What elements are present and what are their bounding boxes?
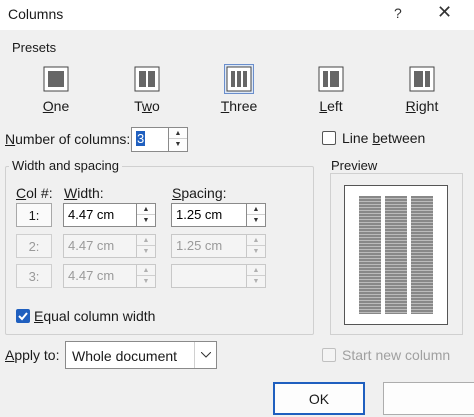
close-icon[interactable]: ✕ <box>437 2 452 23</box>
spin-down-icon[interactable]: ▼ <box>169 139 187 150</box>
number-of-columns-spinner[interactable]: ▲ ▼ <box>169 127 188 152</box>
preview-column <box>385 196 407 314</box>
apply-to-label: Apply to: <box>5 347 60 363</box>
preview-column <box>411 196 433 314</box>
cancel-button[interactable] <box>383 382 474 415</box>
col-3-width-input: 4.47 cm <box>63 264 137 288</box>
col-1-button[interactable]: 1: <box>16 203 52 227</box>
col-header: Col #: <box>16 185 53 201</box>
preset-two-button[interactable] <box>132 64 162 94</box>
col-2-width-input: 4.47 cm <box>63 234 137 258</box>
col-1-spacing-input[interactable]: 1.25 cm <box>171 203 247 227</box>
preview-page <box>344 185 448 325</box>
preview-column <box>359 196 381 314</box>
chevron-down-icon[interactable] <box>194 342 216 368</box>
col-3-spacing-spinner: ▲ ▼ <box>247 264 266 288</box>
spin-down-icon: ▼ <box>252 248 260 255</box>
col-1-width-input[interactable]: 4.47 cm <box>63 203 137 227</box>
preset-left-label: Left <box>319 98 343 114</box>
two-columns-icon <box>134 66 160 92</box>
line-between-checkbox[interactable] <box>322 131 336 145</box>
preset-three-label: Three <box>220 98 258 114</box>
three-columns-icon <box>226 66 252 92</box>
apply-to-select[interactable]: Whole document <box>65 341 217 369</box>
col-2-button: 2: <box>16 234 52 258</box>
help-icon[interactable]: ? <box>394 5 402 21</box>
spin-down-icon: ▼ <box>252 278 260 285</box>
start-new-column-checkbox <box>322 348 336 362</box>
spin-up-icon[interactable]: ▲ <box>247 204 265 215</box>
spin-down-icon[interactable]: ▼ <box>247 215 265 226</box>
spin-up-icon: ▲ <box>247 265 265 276</box>
preset-three-button[interactable] <box>224 64 254 94</box>
col-3-spacing-input <box>171 264 247 288</box>
col-3-width-spinner: ▲ ▼ <box>137 264 156 288</box>
apply-to-value: Whole document <box>72 348 178 364</box>
spin-up-icon: ▲ <box>137 265 155 276</box>
spacing-header: Spacing: <box>172 185 227 201</box>
preset-one-label: One <box>42 98 70 114</box>
presets-label: Presets <box>12 40 57 55</box>
one-column-icon <box>43 66 69 92</box>
col-1-spacing-spinner[interactable]: ▲ ▼ <box>247 203 266 227</box>
checkmark-icon <box>18 312 28 321</box>
preset-left-button[interactable] <box>316 64 346 94</box>
title-bar <box>0 0 474 30</box>
number-of-columns-label: Number of columns: <box>5 131 131 147</box>
preset-right-button[interactable] <box>407 64 437 94</box>
preview-label: Preview <box>328 158 381 173</box>
col-2-width-spinner: ▲ ▼ <box>137 234 156 258</box>
width-header: Width: <box>64 185 104 201</box>
col-2-spacing-input: 1.25 cm <box>171 234 247 258</box>
col-2-spacing-spinner: ▲ ▼ <box>247 234 266 258</box>
spin-down-icon[interactable]: ▼ <box>137 215 155 226</box>
preset-right-label: Right <box>405 98 439 114</box>
dialog-title: Columns <box>8 6 64 22</box>
width-spacing-label: Width and spacing <box>9 158 122 173</box>
start-new-column-label: Start new column <box>342 347 451 363</box>
spin-down-icon: ▼ <box>142 278 150 285</box>
spin-down-icon: ▼ <box>142 248 150 255</box>
ok-button[interactable]: OK <box>273 382 365 415</box>
col-1-width-spinner[interactable]: ▲ ▼ <box>137 203 156 227</box>
spin-up-icon: ▲ <box>247 235 265 246</box>
col-3-button: 3: <box>16 264 52 288</box>
line-between-label: Line between <box>342 130 426 146</box>
preset-two-label: Two <box>134 98 160 114</box>
spin-up-icon[interactable]: ▲ <box>137 204 155 215</box>
equal-column-width-label: Equal column width <box>34 308 156 324</box>
equal-column-width-checkbox[interactable] <box>16 309 30 323</box>
right-column-icon <box>409 66 435 92</box>
preset-one-button[interactable] <box>41 64 71 94</box>
number-of-columns-input[interactable]: 3 <box>131 127 169 152</box>
left-column-icon <box>318 66 344 92</box>
spin-up-icon[interactable]: ▲ <box>169 128 187 139</box>
spin-up-icon: ▲ <box>137 235 155 246</box>
